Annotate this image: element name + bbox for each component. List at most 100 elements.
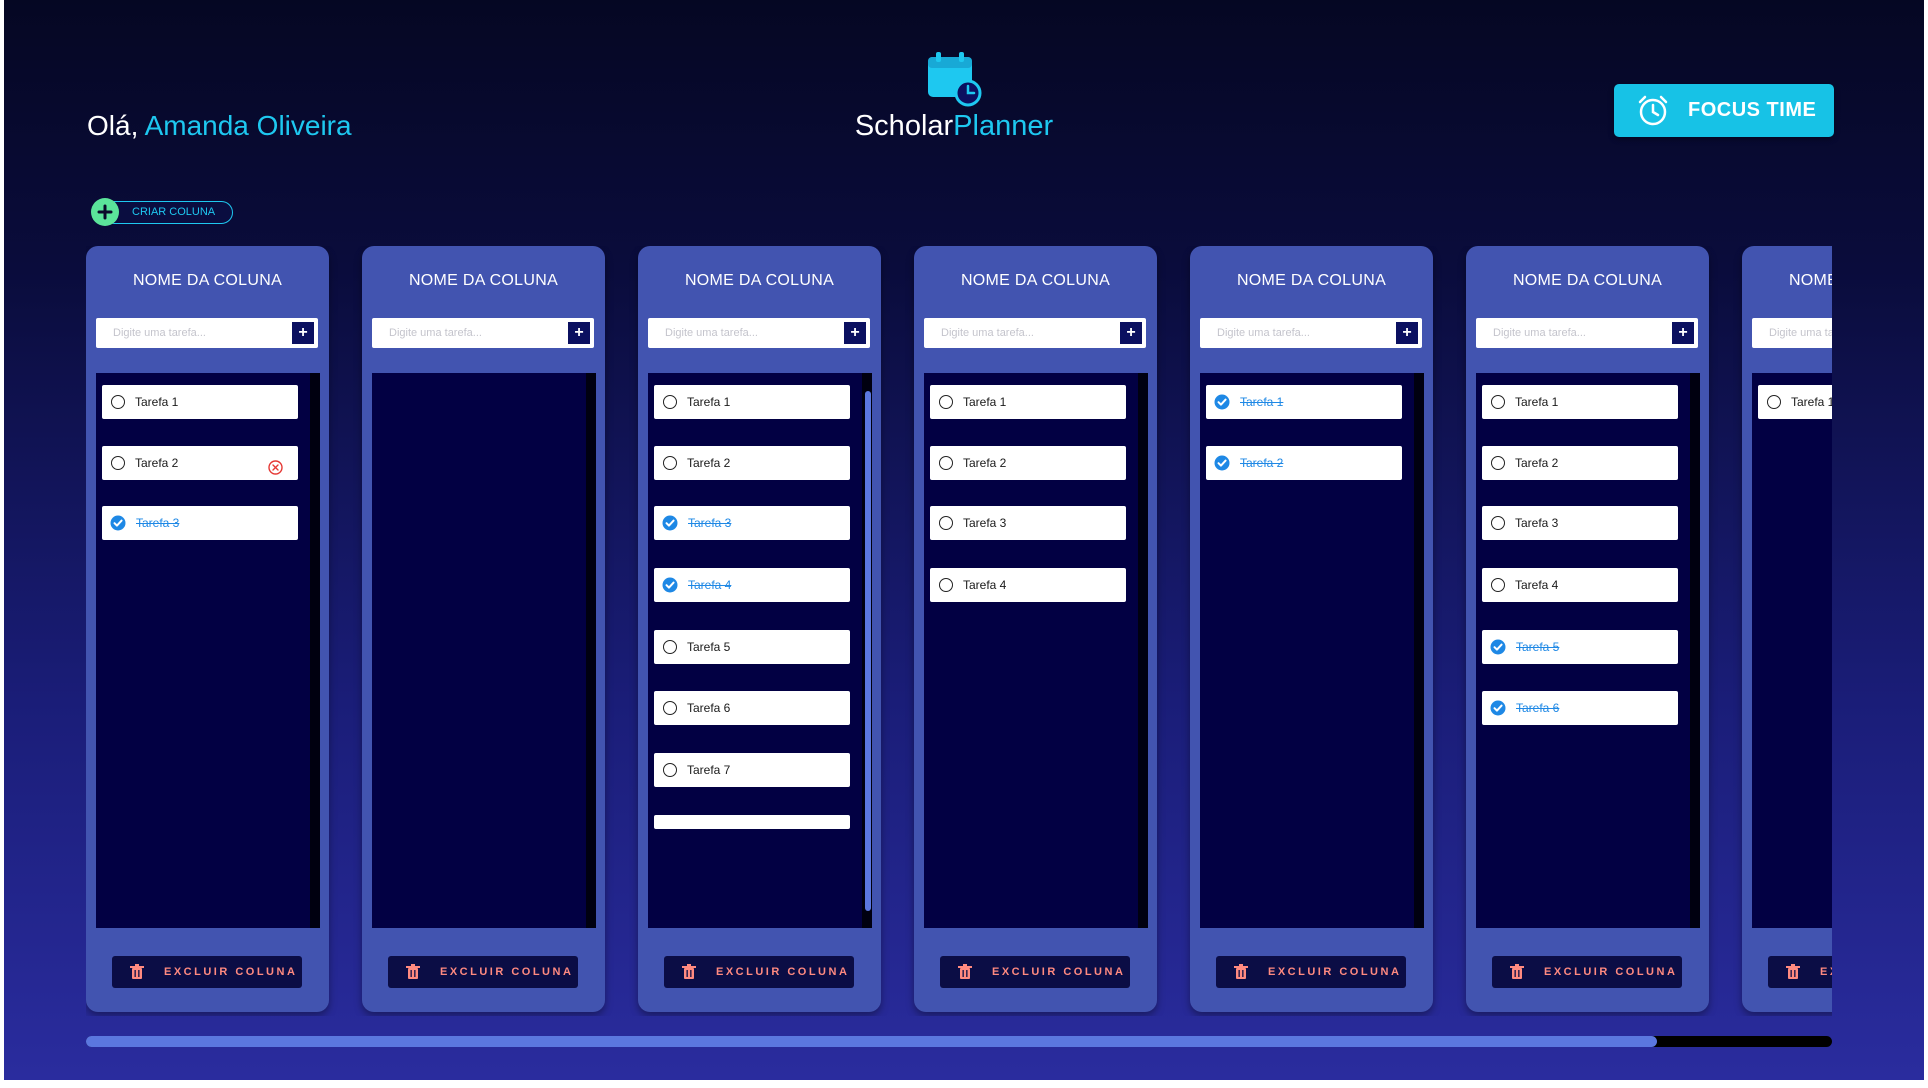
unchecked-circle-icon[interactable]: [111, 456, 125, 470]
column-title[interactable]: NOME DA COLUNA: [362, 272, 605, 290]
checked-circle-icon[interactable]: [1490, 700, 1506, 716]
task-input[interactable]: [648, 318, 855, 348]
task-label: Tarefa 3: [1515, 516, 1559, 530]
task-item[interactable]: Tarefa 3: [654, 506, 850, 540]
add-task-button[interactable]: +: [1120, 322, 1142, 344]
task-item[interactable]: Tarefa 2: [930, 446, 1126, 480]
task-input[interactable]: [372, 318, 579, 348]
greeting: Olá, Amanda Oliveira: [87, 110, 352, 142]
task-item[interactable]: Tarefa 1: [654, 385, 850, 419]
task-input[interactable]: [96, 318, 303, 348]
task-list-scrollbar[interactable]: [586, 373, 596, 928]
task-item[interactable]: Tarefa 3: [1482, 506, 1678, 540]
task-list-scrollbar[interactable]: [310, 373, 320, 928]
task-item[interactable]: Tarefa 4: [1482, 568, 1678, 602]
unchecked-circle-icon[interactable]: [939, 578, 953, 592]
task-list-scrollbar[interactable]: [1690, 373, 1700, 928]
unchecked-circle-icon[interactable]: [663, 763, 677, 777]
column: NOME DA COLUNA + Tarefa 1 Tarefa 2 EXCLUI…: [1190, 246, 1433, 1012]
task-item[interactable]: Tarefa 7: [654, 753, 850, 787]
add-task-button[interactable]: +: [1672, 322, 1694, 344]
task-list-scrollbar[interactable]: [1138, 373, 1148, 928]
checked-circle-icon[interactable]: [662, 577, 678, 593]
unchecked-circle-icon[interactable]: [1491, 516, 1505, 530]
task-item[interactable]: Tarefa 1: [1206, 385, 1402, 419]
delete-column-button[interactable]: EXCLUIR COLUNA: [1768, 956, 1832, 988]
add-task-button[interactable]: +: [292, 322, 314, 344]
unchecked-circle-icon[interactable]: [1491, 456, 1505, 470]
unchecked-circle-icon[interactable]: [1491, 578, 1505, 592]
column: NOME DA COLUNA + Tarefa 1 EXCLUIR COLUNA: [1742, 246, 1832, 1012]
task-item[interactable]: Tarefa 1: [1758, 385, 1832, 419]
checked-circle-icon[interactable]: [1214, 455, 1230, 471]
task-label: Tarefa 2: [135, 456, 179, 470]
checked-circle-icon[interactable]: [1490, 639, 1506, 655]
delete-column-button[interactable]: EXCLUIR COLUNA: [112, 956, 302, 988]
unchecked-circle-icon[interactable]: [939, 456, 953, 470]
board-scrollbar-thumb[interactable]: [86, 1036, 1658, 1047]
plus-circle-icon: [91, 198, 119, 226]
column-title[interactable]: NOME DA COLUNA: [1190, 272, 1433, 290]
focus-time-button[interactable]: FOCUS TIME: [1614, 84, 1834, 137]
task-label: Tarefa 4: [963, 578, 1007, 592]
add-task-button[interactable]: +: [1396, 322, 1418, 344]
delete-column-button[interactable]: EXCLUIR COLUNA: [1216, 956, 1406, 988]
task-input[interactable]: [1752, 318, 1832, 348]
delete-column-button[interactable]: EXCLUIR COLUNA: [664, 956, 854, 988]
task-item[interactable]: Tarefa 4: [654, 568, 850, 602]
task-list: Tarefa 1 Tarefa 2 Tarefa 3 Tarefa 4: [924, 373, 1148, 928]
delete-column-button[interactable]: EXCLUIR COLUNA: [388, 956, 578, 988]
greeting-prefix: Olá,: [87, 110, 145, 141]
task-item[interactable]: Tarefa 6: [654, 691, 850, 725]
column-title[interactable]: NOME DA COLUNA: [1466, 272, 1709, 290]
task-label: Tarefa 3: [963, 516, 1007, 530]
task-input[interactable]: [1476, 318, 1683, 348]
checked-circle-icon[interactable]: [1214, 394, 1230, 410]
delete-column-button[interactable]: EXCLUIR COLUNA: [1492, 956, 1682, 988]
unchecked-circle-icon[interactable]: [939, 516, 953, 530]
task-item[interactable]: Tarefa 3: [930, 506, 1126, 540]
unchecked-circle-icon[interactable]: [663, 395, 677, 409]
task-item[interactable]: Tarefa 5: [1482, 630, 1678, 664]
task-item[interactable]: [654, 815, 850, 829]
task-item[interactable]: Tarefa 1: [930, 385, 1126, 419]
unchecked-circle-icon[interactable]: [939, 395, 953, 409]
task-list-scrollbar[interactable]: [862, 373, 872, 928]
unchecked-circle-icon[interactable]: [663, 701, 677, 715]
task-input[interactable]: [1200, 318, 1407, 348]
checked-circle-icon[interactable]: [110, 515, 126, 531]
task-item[interactable]: Tarefa 2: [102, 446, 298, 480]
task-item[interactable]: Tarefa 3: [102, 506, 298, 540]
task-item[interactable]: Tarefa 2: [1482, 446, 1678, 480]
unchecked-circle-icon[interactable]: [663, 640, 677, 654]
task-item[interactable]: Tarefa 1: [1482, 385, 1678, 419]
task-item[interactable]: Tarefa 4: [930, 568, 1126, 602]
delete-column-label: EXCLUIR COLUNA: [1544, 966, 1678, 978]
delete-column-label: EXCLUIR COLUNA: [716, 966, 850, 978]
task-list-scrollbar[interactable]: [1414, 373, 1424, 928]
create-column-label: CRIAR COLUNA: [132, 206, 216, 218]
unchecked-circle-icon[interactable]: [1491, 395, 1505, 409]
unchecked-circle-icon[interactable]: [663, 456, 677, 470]
task-item[interactable]: Tarefa 5: [654, 630, 850, 664]
remove-task-icon[interactable]: [268, 460, 283, 475]
column-title[interactable]: NOME DA COLUNA: [914, 272, 1157, 290]
task-list-scrollbar-thumb[interactable]: [865, 391, 871, 911]
checked-circle-icon[interactable]: [662, 515, 678, 531]
create-column-button[interactable]: CRIAR COLUNA: [91, 198, 233, 226]
column-title[interactable]: NOME DA COLUNA: [86, 272, 329, 290]
column-title[interactable]: NOME DA COLUNA: [638, 272, 881, 290]
board-horizontal-scrollbar[interactable]: [86, 1036, 1832, 1047]
add-task-button[interactable]: +: [568, 322, 590, 344]
unchecked-circle-icon[interactable]: [1767, 395, 1781, 409]
add-task-button[interactable]: +: [844, 322, 866, 344]
delete-column-button[interactable]: EXCLUIR COLUNA: [940, 956, 1130, 988]
column-title[interactable]: NOME DA COLUNA: [1742, 272, 1832, 290]
task-label: Tarefa 1: [135, 395, 179, 409]
task-item[interactable]: Tarefa 2: [1206, 446, 1402, 480]
unchecked-circle-icon[interactable]: [111, 395, 125, 409]
task-input[interactable]: [924, 318, 1131, 348]
task-item[interactable]: Tarefa 6: [1482, 691, 1678, 725]
task-item[interactable]: Tarefa 1: [102, 385, 298, 419]
task-item[interactable]: Tarefa 2: [654, 446, 850, 480]
